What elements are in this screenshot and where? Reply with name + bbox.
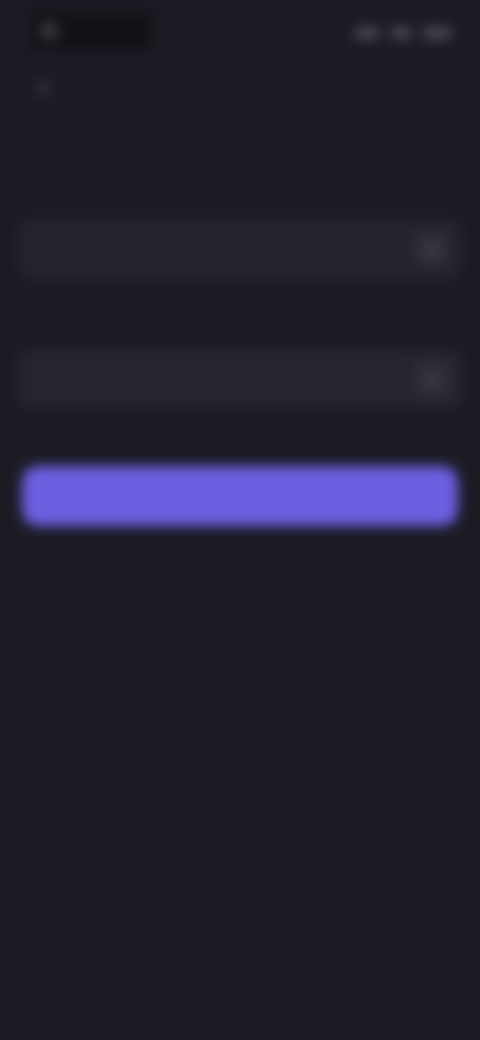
signal-icon [354,27,380,39]
screen [0,0,480,1040]
field-action-icon[interactable] [414,361,450,397]
primary-button[interactable] [22,466,458,526]
field-1-input[interactable] [18,240,414,258]
app-dot-icon [40,22,58,40]
status-left-pill [30,12,152,50]
field-action-icon[interactable] [414,231,450,267]
wifi-icon [390,27,412,39]
status-icons [348,20,452,46]
status-bar [0,0,480,64]
arrow-left-icon[interactable] [30,74,58,102]
field-2-input[interactable] [18,370,414,388]
battery-icon [422,27,452,39]
input-field-1[interactable] [18,218,462,280]
input-field-2[interactable] [18,350,462,408]
